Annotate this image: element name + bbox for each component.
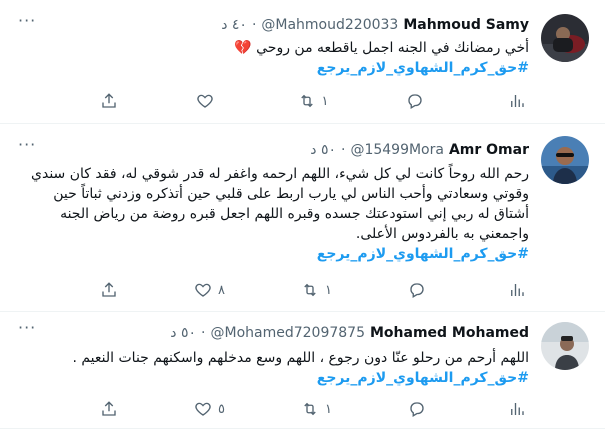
tweet-text: اللهم أرحم من رحلو عنّا دون رجوع ، اللهم… — [16, 348, 529, 388]
hashtag-link[interactable]: #حق_كرم_الشهاوي_لازم_يرجع — [16, 58, 529, 78]
tweet-text: أخي رمضانك في الجنه اجمل ياقطعه من روحي … — [16, 38, 529, 78]
retweet-icon — [300, 94, 313, 108]
like-icon — [195, 283, 211, 297]
views-icon — [511, 284, 524, 296]
more-icon[interactable]: ··· — [18, 137, 36, 153]
separator-dot: · — [201, 325, 206, 341]
separator-dot: · — [340, 142, 346, 158]
like-button[interactable]: ٥ — [194, 400, 225, 418]
reply-button[interactable] — [408, 400, 432, 418]
timestamp[interactable]: ٥٠ د — [170, 325, 196, 341]
like-icon — [195, 402, 211, 416]
more-icon[interactable]: ··· — [18, 13, 36, 29]
separator-dot: · — [251, 17, 257, 33]
share-icon — [102, 401, 116, 416]
display-name[interactable]: Mohamed Mohamed — [370, 325, 529, 341]
reply-icon — [410, 283, 424, 298]
reply-button[interactable] — [406, 92, 430, 110]
views-button[interactable] — [508, 281, 532, 299]
tweet-body-text: اللهم أرحم من رحلو عنّا دون رجوع ، اللهم… — [72, 350, 529, 366]
action-bar: ٥ ١ — [100, 399, 532, 419]
retweet-icon — [304, 402, 316, 416]
retweet-button[interactable]: ١ — [301, 400, 332, 418]
tweet-body-text: رحم الله روحاً كانت لي كل شيء، اللهم ارح… — [31, 166, 529, 242]
action-bar: ٨ ١ — [100, 280, 532, 300]
more-icon[interactable]: ··· — [18, 320, 36, 336]
tweet-header: Amr Omar @15499Mora · ٥٠ د — [310, 140, 529, 160]
retweet-count: ١ — [324, 401, 332, 417]
share-button[interactable] — [100, 281, 118, 299]
avatar[interactable] — [541, 14, 589, 62]
timestamp[interactable]: ٤٠ د — [221, 17, 247, 33]
retweet-count: ١ — [324, 282, 332, 298]
tweet-header: Mahmoud Samy @Mahmoud220033 · ٤٠ د — [221, 15, 529, 35]
tweet-body-text: أخي رمضانك في الجنه اجمل ياقطعه من روحي — [256, 40, 529, 56]
tweet-card[interactable]: Amr Omar @15499Mora · ٥٠ د ··· رحم الله … — [0, 124, 605, 312]
timestamp[interactable]: ٥٠ د — [310, 142, 336, 158]
views-button[interactable] — [508, 92, 532, 110]
like-count: ٨ — [218, 282, 225, 298]
action-bar: ١ — [100, 91, 532, 111]
tweet-card[interactable]: Mohamed Mohamed @Mohamed72097875 · ٥٠ د … — [0, 312, 605, 429]
views-button[interactable] — [508, 400, 532, 418]
user-handle[interactable]: @Mahmoud220033 — [261, 17, 398, 33]
avatar[interactable] — [541, 322, 589, 370]
retweet-icon — [304, 283, 316, 297]
retweet-button[interactable]: ١ — [298, 92, 329, 110]
broken-heart-icon: 💔 — [234, 40, 252, 56]
avatar[interactable] — [541, 136, 589, 184]
reply-icon — [410, 402, 424, 417]
reply-icon — [408, 94, 422, 109]
tweet-text: رحم الله روحاً كانت لي كل شيء، اللهم ارح… — [16, 164, 529, 264]
retweet-button[interactable]: ١ — [301, 281, 332, 299]
display-name[interactable]: Amr Omar — [449, 142, 529, 158]
user-handle[interactable]: @Mohamed72097875 — [210, 325, 365, 341]
views-icon — [511, 95, 524, 107]
like-button[interactable]: ٨ — [194, 281, 225, 299]
share-button[interactable] — [100, 400, 118, 418]
display-name[interactable]: Mahmoud Samy — [403, 17, 529, 33]
share-icon — [102, 282, 116, 297]
hashtag-link[interactable]: #حق_كرم_الشهاوي_لازم_يرجع — [16, 368, 529, 388]
tweet-header: Mohamed Mohamed @Mohamed72097875 · ٥٠ د — [170, 323, 529, 343]
share-button[interactable] — [100, 92, 118, 110]
like-icon — [197, 94, 213, 108]
like-button[interactable] — [196, 92, 220, 110]
like-count: ٥ — [218, 401, 225, 417]
tweet-card[interactable]: Mahmoud Samy @Mahmoud220033 · ٤٠ د ··· أ… — [0, 0, 605, 124]
hashtag-link[interactable]: #حق_كرم_الشهاوي_لازم_يرجع — [16, 244, 529, 264]
views-icon — [511, 403, 524, 415]
reply-button[interactable] — [408, 281, 432, 299]
user-handle[interactable]: @15499Mora — [350, 142, 444, 158]
share-icon — [102, 93, 116, 108]
retweet-count: ١ — [321, 93, 329, 109]
